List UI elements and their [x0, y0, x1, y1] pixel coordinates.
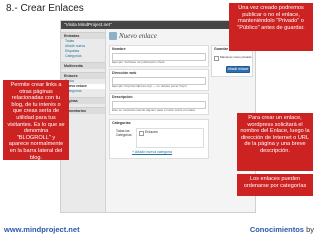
add-link-button[interactable]: Añadir enlace [226, 66, 250, 73]
description-hint: Esto se mostrará cuando alguien pase el … [112, 108, 197, 112]
sidebar-item[interactable]: Entradas [61, 32, 105, 39]
footer-credit-label: Conocimientos [249, 225, 304, 234]
description-box: Descripción Esto se mostrará cuando algu… [109, 93, 209, 115]
private-checkbox[interactable] [214, 56, 219, 61]
slide-title: 8.- Crear Enlaces [6, 3, 84, 14]
main-content: Nuevo enlace Nombre Ejemplo: Software de… [107, 29, 253, 212]
tab-all-categories[interactable]: Todas las Categorías [116, 129, 134, 137]
name-label: Nombre [112, 47, 126, 51]
name-hint: Ejemplo: Software de publicación chula [112, 60, 165, 64]
callout-low-right: Los enlaces pueden ordenarse por categor… [237, 174, 313, 196]
address-hint: Ejemplo: http://wordpress.org/ — no olvi… [112, 84, 187, 88]
save-box-title: Guardar [214, 47, 228, 51]
add-category-link[interactable]: + Añadir nueva categoría [132, 150, 172, 154]
links-page-icon [109, 32, 117, 40]
private-checkbox-label: Mantener como privado [220, 55, 252, 59]
address-label: Dirección web [112, 71, 137, 75]
callout-top-right: Una vez creado podremos publicar o no el… [229, 3, 313, 51]
name-box: Nombre Ejemplo: Software de publicación … [109, 45, 209, 67]
description-label: Descripción [112, 95, 133, 99]
categories-label: Categorías [112, 121, 131, 125]
callout-left: Permite crear links a otras páginas rela… [3, 80, 69, 161]
category-checkbox-label: Enlaces [145, 130, 158, 134]
categories-box: Categorías Todas las Categorías Enlaces … [109, 119, 209, 159]
site-title[interactable]: "Visita MindProject.net" [64, 22, 112, 27]
sidebar-item[interactable]: Enlaces [61, 72, 105, 79]
wp-header: "Visita MindProject.net" [61, 21, 255, 29]
footer-credit: Conocimientos by [250, 225, 314, 234]
footer-url[interactable]: www.mindproject.net [4, 225, 80, 234]
callout-mid-right: Para crear un enlace, wordpress solicita… [237, 113, 313, 171]
footer-credit-suffix: by [306, 225, 314, 234]
sidebar-item[interactable]: Multimedia [61, 62, 105, 69]
sidebar-item[interactable]: Categorías [61, 54, 105, 59]
wordpress-admin-screenshot: "Visita MindProject.net" Entradas Todas Añ… [60, 20, 256, 213]
categories-list: Enlaces [136, 128, 204, 148]
category-checkbox[interactable] [139, 131, 144, 136]
address-box: Dirección web Ejemplo: http://wordpress.… [109, 69, 209, 91]
